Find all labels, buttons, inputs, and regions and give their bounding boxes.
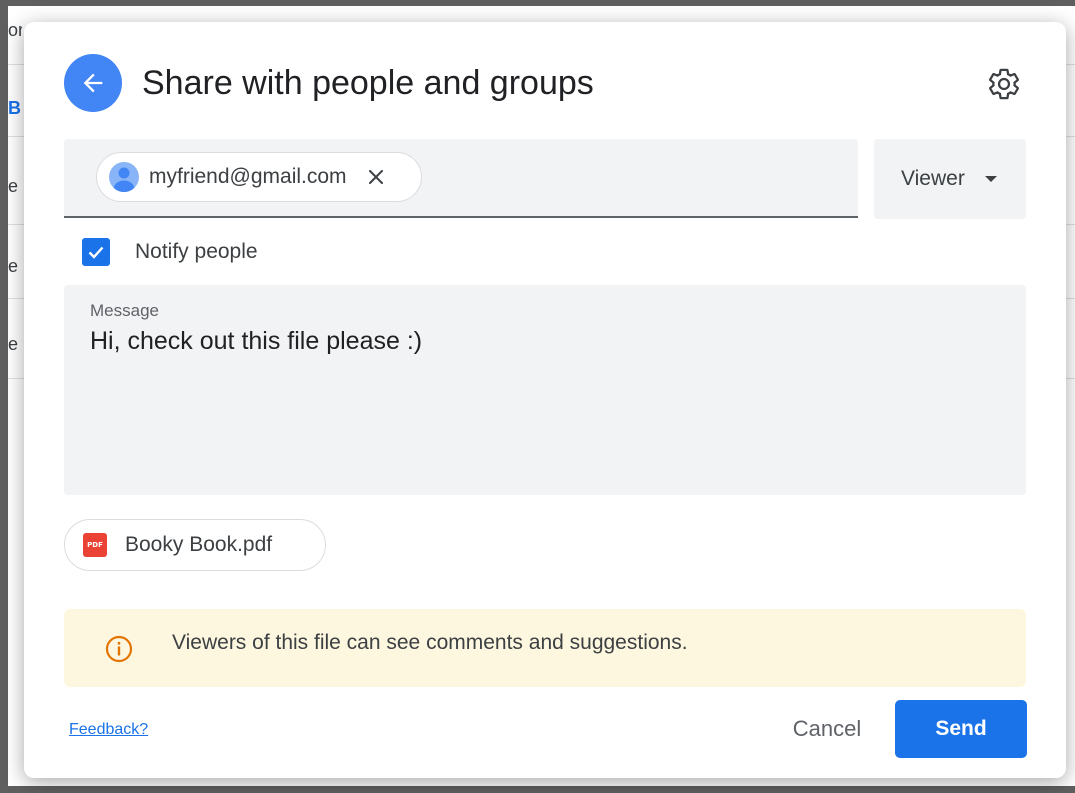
feedback-link[interactable]: Feedback? — [69, 721, 148, 739]
info-message: Viewers of this file can see comments an… — [172, 631, 688, 654]
remove-recipient-button[interactable] — [363, 164, 389, 190]
close-icon — [368, 170, 383, 184]
attachment-chip[interactable]: PDF Booky Book.pdf — [64, 519, 326, 571]
message-value: Hi, check out this file please :) — [90, 327, 423, 355]
notify-people-label: Notify people — [135, 240, 258, 263]
message-label: Message — [90, 301, 159, 320]
recipients-input[interactable]: myfriend@gmail.com — [64, 139, 858, 218]
info-banner: Viewers of this file can see comments an… — [64, 609, 1026, 687]
attachment-name: Booky Book.pdf — [125, 533, 273, 556]
cancel-button[interactable]: Cancel — [772, 700, 882, 758]
info-icon — [105, 635, 133, 663]
background-text-fragment: e — [8, 256, 19, 276]
message-textarea[interactable]: Message Hi, check out this file please :… — [64, 285, 1026, 495]
back-button[interactable] — [64, 54, 122, 112]
share-dialog: Share with people and groups myfriend@gm… — [24, 22, 1066, 778]
background-text-fragment: B — [8, 98, 21, 118]
recipient-chip[interactable]: myfriend@gmail.com — [96, 152, 422, 202]
avatar — [109, 162, 139, 192]
notify-people-checkbox[interactable] — [82, 238, 110, 266]
background-text-fragment: e — [8, 334, 19, 354]
settings-button[interactable] — [984, 64, 1024, 104]
role-dropdown[interactable]: Viewer — [874, 139, 1026, 219]
send-button[interactable]: Send — [895, 700, 1027, 758]
pdf-file-icon: PDF — [83, 533, 107, 557]
background-text-fragment: e — [8, 176, 19, 196]
recipient-email: myfriend@gmail.com — [149, 165, 347, 188]
checkmark-icon — [88, 246, 104, 259]
caret-down-icon — [984, 176, 997, 182]
person-icon — [114, 167, 134, 192]
arrow-left-icon — [83, 73, 103, 93]
dialog-title: Share with people and groups — [142, 64, 594, 102]
role-selected-value: Viewer — [901, 167, 965, 190]
gear-icon — [989, 68, 1019, 100]
background-text-fragment: or — [8, 20, 22, 40]
